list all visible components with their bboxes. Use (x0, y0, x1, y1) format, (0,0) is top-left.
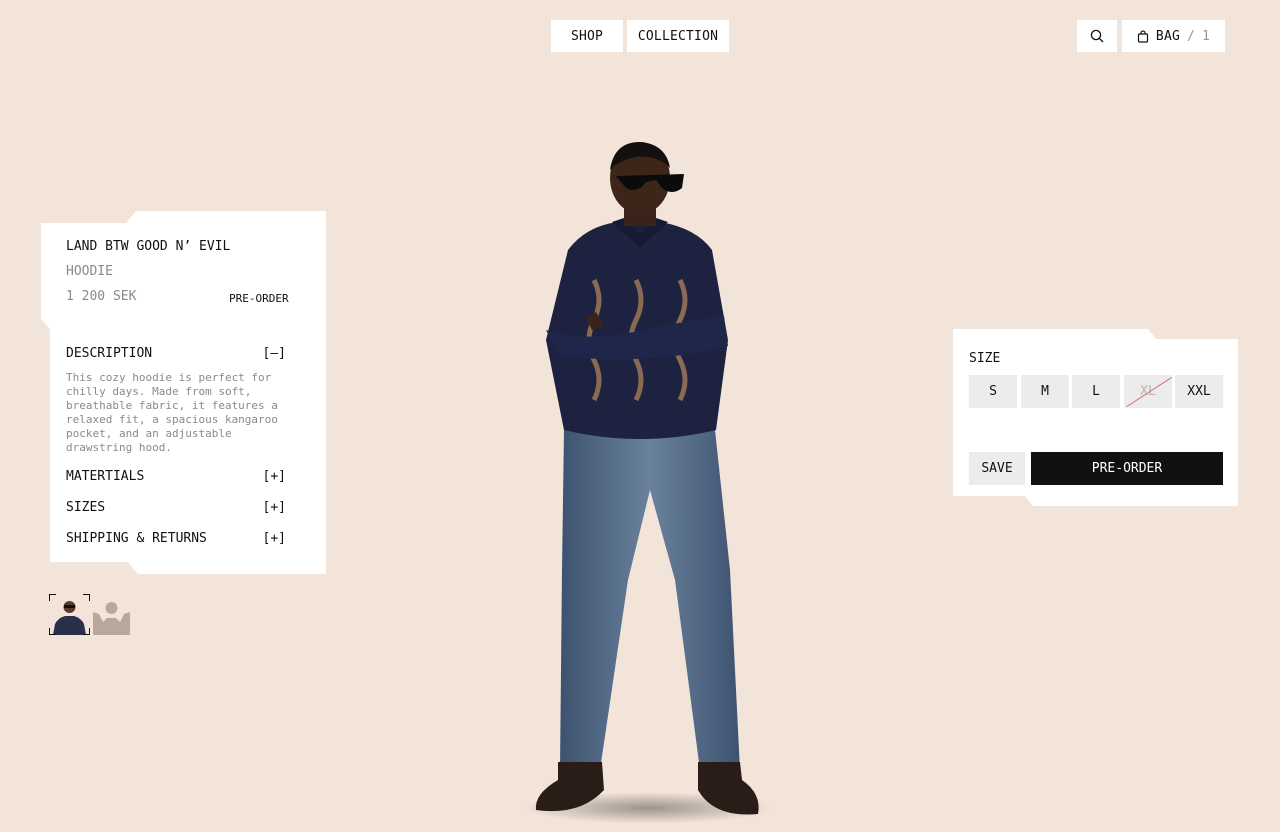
size-option-xl-unavailable: XL (1124, 375, 1172, 408)
nav-collection-button[interactable]: COLLECTION (627, 20, 729, 52)
description-text: This cozy hoodie is perfect for chilly d… (66, 371, 278, 454)
size-label: SIZE (969, 351, 1001, 366)
search-button[interactable] (1077, 20, 1117, 52)
thumbnail-back-image (93, 602, 130, 635)
sold-out-strike (1126, 375, 1172, 408)
nav-collection-label: COLLECTION (637, 28, 719, 44)
accordion-materials[interactable]: MATERTIALS [+] (66, 469, 286, 484)
accordion-description-label: DESCRIPTION (66, 346, 153, 361)
bag-button[interactable]: BAG / 1 (1122, 20, 1225, 52)
size-option-l[interactable]: L (1072, 375, 1120, 408)
thumbnail-front[interactable] (49, 594, 90, 635)
nav-shop-label: SHOP (570, 28, 604, 44)
search-icon (1090, 29, 1104, 43)
preorder-button[interactable]: PRE-ORDER (1031, 452, 1223, 485)
bag-icon (1137, 29, 1149, 43)
accordion-shipping-label: SHIPPING & RETURNS (66, 531, 207, 546)
size-option-m[interactable]: M (1021, 375, 1069, 408)
size-option-m-label: M (1041, 384, 1049, 399)
size-option-s[interactable]: S (969, 375, 1017, 408)
save-button[interactable]: SAVE (969, 452, 1025, 485)
accordion-sizes-label: SIZES (66, 500, 106, 515)
product-name: LAND BTW GOOD N’ EVIL (66, 239, 231, 254)
preorder-status-badge: PRE-ORDER (229, 292, 289, 305)
accordion-sizes-toggle[interactable]: [+] (263, 500, 286, 515)
accordion-materials-label: MATERTIALS (66, 469, 145, 484)
bag-count: 1 (1202, 28, 1211, 44)
bag-separator: / (1187, 28, 1196, 44)
accordion-description-toggle[interactable]: [–] (263, 346, 286, 361)
accordion-sizes[interactable]: SIZES [+] (66, 500, 286, 515)
size-option-l-label: L (1092, 384, 1100, 399)
size-option-xxl-label: XXL (1187, 384, 1211, 399)
size-option-s-label: S (989, 384, 997, 399)
nav-shop-button[interactable]: SHOP (551, 20, 623, 52)
bag-label: BAG (1155, 28, 1181, 44)
size-option-xxl[interactable]: XXL (1175, 375, 1223, 408)
accordion-shipping[interactable]: SHIPPING & RETURNS [+] (66, 531, 286, 546)
accordion-shipping-toggle[interactable]: [+] (263, 531, 286, 546)
save-button-label: SAVE (981, 461, 1013, 476)
product-price: 1 200 SEK (66, 289, 137, 304)
accordion-materials-toggle[interactable]: [+] (263, 469, 286, 484)
product-model-image (523, 142, 773, 824)
preorder-button-label: PRE-ORDER (1091, 461, 1163, 476)
thumbnail-back[interactable] (91, 594, 132, 635)
accordion-description[interactable]: DESCRIPTION [–] (66, 346, 286, 361)
product-type: HOODIE (66, 264, 113, 279)
